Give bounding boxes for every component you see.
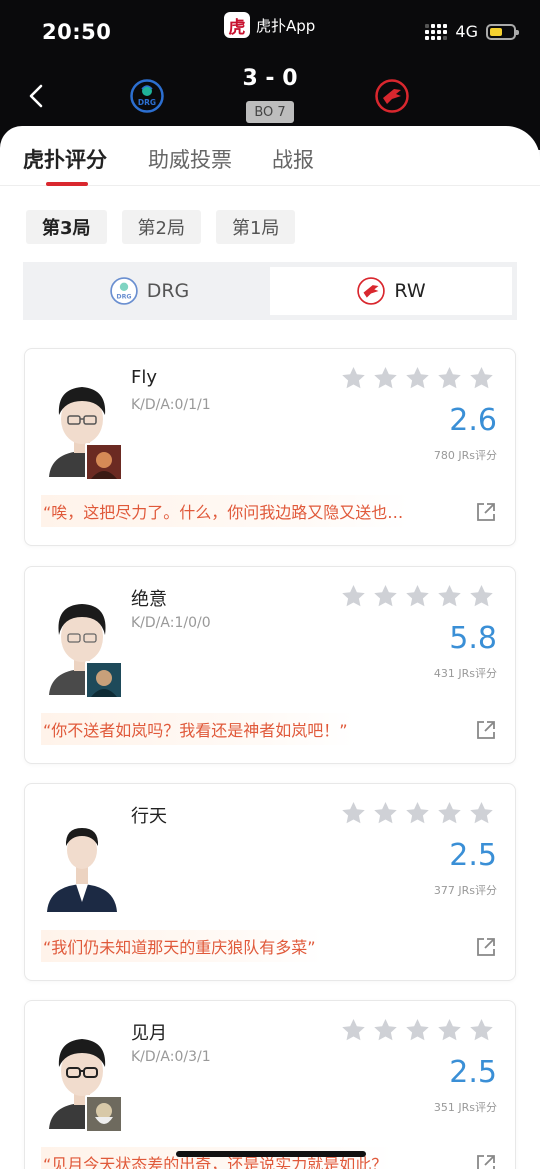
- player-card[interactable]: 见月 K/D/A:0/3/1 2.5 351 JRs评分 “见月今天状态差的出奇…: [24, 1000, 516, 1169]
- rating-stars[interactable]: [340, 365, 495, 392]
- player-rating: 2.5: [449, 838, 497, 873]
- signal-icon: [425, 23, 448, 40]
- back-button[interactable]: [22, 80, 50, 112]
- vote-count: 377 JRs评分: [433, 884, 497, 897]
- vote-count: 431 JRs评分: [433, 667, 497, 680]
- star-icon: [374, 585, 397, 607]
- team-switch: DRG DRG RW: [23, 262, 517, 320]
- star-icon: [374, 367, 397, 389]
- star-icon: [342, 802, 365, 824]
- share-icon[interactable]: [475, 936, 497, 958]
- svg-text:DRG: DRG: [138, 98, 156, 107]
- player-card[interactable]: 行天 2.5 377 JRs评分 “我们仍未知道那天的重庆狼队有多菜”: [24, 783, 516, 981]
- active-tab-indicator: [46, 182, 88, 186]
- player-name: 绝意: [131, 589, 167, 610]
- hupu-logo-icon: 虎: [224, 12, 250, 38]
- share-icon[interactable]: [475, 1153, 497, 1169]
- top-comment[interactable]: “我们仍未知道那天的重庆狼队有多菜”: [41, 930, 322, 962]
- team-option-rw[interactable]: RW: [270, 267, 512, 315]
- top-comment[interactable]: “唉，这把尽力了。什么，你问我边路又隐又送也…: [41, 495, 410, 527]
- star-icon: [342, 585, 365, 607]
- star-icon: [470, 585, 493, 607]
- star-icon: [342, 1019, 365, 1041]
- team-option-drg[interactable]: DRG DRG: [28, 267, 270, 315]
- star-icon: [438, 585, 461, 607]
- rating-stars[interactable]: [340, 583, 495, 610]
- game-2-chip[interactable]: 第2局: [121, 210, 201, 244]
- vote-count: 780 JRs评分: [433, 449, 497, 462]
- vote-count: 351 JRs评分: [433, 1101, 497, 1114]
- player-rating: 2.5: [449, 1055, 497, 1090]
- game-selector: 第3局 第2局 第1局: [26, 210, 296, 244]
- tab-rating[interactable]: 虎扑评分: [23, 144, 107, 174]
- tab-report[interactable]: 战报: [272, 144, 314, 174]
- star-icon: [470, 367, 493, 389]
- star-icon: [438, 367, 461, 389]
- tab-vote[interactable]: 助威投票: [148, 144, 232, 174]
- player-rating: 2.6: [449, 403, 497, 438]
- rw-logo-icon[interactable]: [374, 78, 410, 114]
- chevron-left-icon: [29, 84, 43, 108]
- star-icon: [406, 367, 429, 389]
- game-3-chip[interactable]: 第3局: [26, 210, 107, 244]
- svg-text:DRG: DRG: [116, 294, 131, 301]
- player-avatar: [43, 806, 121, 912]
- player-kda: K/D/A:1/0/0: [131, 615, 211, 631]
- share-icon[interactable]: [475, 719, 497, 741]
- rw-logo-icon: [357, 277, 386, 305]
- team-option-label: DRG: [146, 280, 190, 302]
- star-icon: [470, 802, 493, 824]
- home-indicator[interactable]: [176, 1151, 366, 1157]
- star-icon: [342, 367, 365, 389]
- hero-icon: [85, 661, 123, 699]
- status-indicators: 4G: [425, 22, 519, 41]
- drg-logo-icon[interactable]: DRG: [129, 78, 165, 114]
- tab-bar: 虎扑评分 助威投票 战报: [0, 126, 540, 186]
- player-card[interactable]: Fly K/D/A:0/1/1 2.6 780 JRs评分 “唉，这把尽力了。什…: [24, 348, 516, 546]
- rating-stars[interactable]: [340, 1017, 495, 1044]
- drg-logo-icon: DRG: [109, 277, 138, 305]
- team-option-label: RW: [394, 280, 426, 302]
- app-name: 虎扑App: [256, 16, 316, 35]
- player-kda: K/D/A:0/1/1: [131, 397, 211, 413]
- player-card[interactable]: 绝意 K/D/A:1/0/0 5.8 431 JRs评分 “你不送者如岚吗？我看…: [24, 566, 516, 764]
- player-kda: K/D/A:0/3/1: [131, 1049, 211, 1065]
- status-time: 20:50: [42, 20, 112, 44]
- star-icon: [374, 802, 397, 824]
- battery-icon: [486, 23, 519, 40]
- star-icon: [406, 585, 429, 607]
- network-type: 4G: [455, 22, 478, 41]
- hero-icon: [85, 443, 123, 481]
- star-icon: [406, 1019, 429, 1041]
- star-icon: [374, 1019, 397, 1041]
- star-icon: [406, 802, 429, 824]
- player-name: 行天: [131, 806, 167, 827]
- player-name: 见月: [131, 1023, 167, 1044]
- player-name: Fly: [131, 367, 158, 388]
- star-icon: [438, 802, 461, 824]
- rating-stars[interactable]: [340, 800, 495, 827]
- top-comment[interactable]: “你不送者如岚吗？我看还是神者如岚吧！”: [41, 713, 354, 745]
- star-icon: [438, 1019, 461, 1041]
- share-icon[interactable]: [475, 501, 497, 523]
- hero-icon: [85, 1095, 123, 1133]
- app-badge[interactable]: 虎 虎扑App: [224, 12, 315, 38]
- match-score: 3 - 0: [242, 66, 298, 91]
- game-1-chip[interactable]: 第1局: [215, 210, 296, 244]
- match-format-badge: BO 7: [246, 101, 294, 123]
- player-rating: 5.8: [449, 621, 497, 656]
- star-icon: [470, 1019, 493, 1041]
